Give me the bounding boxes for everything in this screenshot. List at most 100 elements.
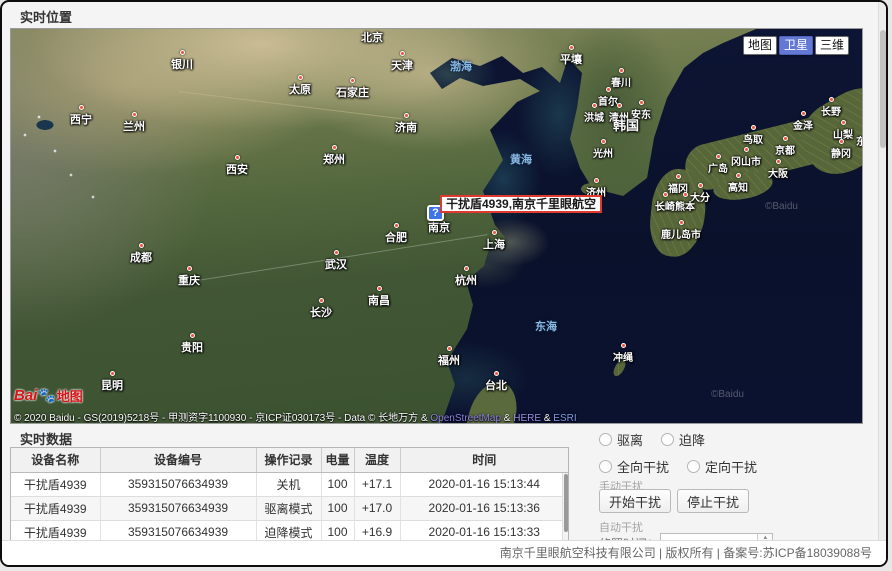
baidu-map[interactable]: 北京天津渤海石家庄济南银川太原西宁兰州西安郑州平壤春川首尔洪城清州安东韩国黄海光… bbox=[10, 28, 863, 424]
label-text: 金泽 bbox=[793, 117, 813, 132]
label-text: 静冈 bbox=[831, 145, 851, 160]
col-temperature: 温度 bbox=[354, 448, 400, 472]
start-jam-button[interactable]: 开始干扰 bbox=[599, 489, 671, 513]
here-link[interactable]: HERE bbox=[513, 413, 541, 424]
map-type-switcher: 地图卫星三维 bbox=[743, 36, 849, 55]
city-dot-icon bbox=[319, 298, 324, 303]
baidu-paw-icon: 🐾 bbox=[38, 387, 55, 404]
esri-link[interactable]: ESRI bbox=[553, 413, 576, 424]
table-cell: +17.0 bbox=[354, 496, 400, 520]
changdi-link[interactable]: 长地万方 bbox=[378, 413, 418, 424]
label-text: 银川 bbox=[171, 56, 193, 72]
city-dot-icon bbox=[298, 75, 303, 80]
label-text: 熊本 bbox=[675, 198, 695, 213]
city-dot-icon bbox=[394, 223, 399, 228]
label-text: 济南 bbox=[395, 119, 417, 135]
city-label: 西安 bbox=[226, 155, 248, 177]
city-dot-icon bbox=[744, 147, 749, 152]
radio-icon[interactable] bbox=[687, 460, 700, 473]
label-text: 台北 bbox=[485, 377, 507, 393]
table-cell: 关机 bbox=[256, 472, 321, 496]
city-label: 熊本 bbox=[675, 192, 695, 213]
stop-jam-button[interactable]: 停止干扰 bbox=[677, 489, 749, 513]
radio-force-landing[interactable]: 迫降 bbox=[661, 430, 705, 449]
label-text: 冈山市 bbox=[731, 153, 761, 168]
col-time: 时间 bbox=[400, 448, 568, 472]
map-type-map[interactable]: 地图 bbox=[743, 36, 777, 55]
radio-icon[interactable] bbox=[661, 433, 674, 446]
device-tooltip: 干扰盾4939,南京千里眼航空 bbox=[440, 195, 602, 213]
city-label: 鸟取 bbox=[743, 125, 763, 146]
table-scrollbar[interactable] bbox=[562, 473, 568, 548]
radio-directional-jam[interactable]: 定向干扰 bbox=[687, 457, 757, 476]
city-dot-icon bbox=[776, 159, 781, 164]
label-text: 平壤 bbox=[560, 51, 582, 67]
map-type-3d[interactable]: 三维 bbox=[815, 36, 849, 55]
label-text: 武汉 bbox=[325, 256, 347, 272]
city-label: 鹿儿岛市 bbox=[661, 220, 701, 241]
city-dot-icon bbox=[400, 51, 405, 56]
city-dot-icon bbox=[676, 174, 681, 179]
radio-drive-away[interactable]: 驱离 bbox=[599, 430, 643, 449]
city-label: 大阪 bbox=[768, 159, 788, 180]
label-text: 东京 bbox=[856, 133, 863, 148]
map-type-satellite[interactable]: 卫星 bbox=[779, 36, 813, 55]
col-operation: 操作记录 bbox=[256, 448, 321, 472]
city-label: 光州 bbox=[593, 139, 613, 160]
radio-omni-jam[interactable]: 全向干扰 bbox=[599, 457, 669, 476]
city-dot-icon bbox=[190, 333, 195, 338]
page-scrollbar[interactable] bbox=[878, 2, 886, 565]
openstreetmap-link[interactable]: OpenStreetMap bbox=[430, 413, 501, 424]
sea-label: 东海 bbox=[535, 318, 557, 334]
city-label: 平壤 bbox=[560, 45, 582, 67]
city-dot-icon bbox=[334, 250, 339, 255]
city-label: 郑州 bbox=[323, 145, 345, 167]
label-text: 重庆 bbox=[178, 272, 200, 288]
device-log-table: 设备名称 设备编号 操作记录 电量 温度 时间 干扰盾4939359315076… bbox=[10, 447, 569, 549]
city-dot-icon bbox=[235, 155, 240, 160]
city-label: 广岛 bbox=[708, 154, 728, 175]
table-header-row: 设备名称 设备编号 操作记录 电量 温度 时间 bbox=[11, 448, 568, 472]
label-text: 成都 bbox=[130, 249, 152, 265]
footer: 南京千里眼航空科技有限公司 | 版权所有 | 备案号:苏ICP备18039088… bbox=[2, 540, 886, 565]
table-row[interactable]: 干扰盾4939359315076634939驱离模式100+17.02020-0… bbox=[11, 496, 568, 520]
label-text: 渤海 bbox=[450, 58, 472, 74]
city-dot-icon bbox=[619, 68, 624, 73]
label-text: ©Baidu bbox=[765, 201, 798, 212]
city-dot-icon bbox=[617, 103, 622, 108]
city-dot-icon bbox=[736, 173, 741, 178]
city-dot-icon bbox=[377, 286, 382, 291]
radio-icon[interactable] bbox=[599, 433, 612, 446]
table-cell: 干扰盾4939 bbox=[11, 472, 100, 496]
radio-icon[interactable] bbox=[599, 460, 612, 473]
city-label: 石家庄 bbox=[336, 78, 369, 100]
table-row[interactable]: 干扰盾4939359315076634939关机100+17.12020-01-… bbox=[11, 472, 568, 496]
label-text: 昆明 bbox=[101, 377, 123, 393]
page-scrollbar-thumb[interactable] bbox=[880, 30, 886, 148]
col-battery: 电量 bbox=[321, 448, 354, 472]
table-cell: 2020-01-16 15:13:44 bbox=[400, 472, 568, 496]
city-dot-icon bbox=[569, 45, 574, 50]
city-label: 合肥 bbox=[385, 223, 407, 245]
label-text: 太原 bbox=[289, 81, 311, 97]
city-dot-icon bbox=[621, 343, 626, 348]
city-dot-icon bbox=[187, 266, 192, 271]
city-dot-icon bbox=[180, 50, 185, 55]
table-cell: 干扰盾4939 bbox=[11, 496, 100, 520]
city-dot-icon bbox=[350, 78, 355, 83]
table-scrollbar-thumb[interactable] bbox=[564, 474, 568, 532]
label-text: 南昌 bbox=[368, 292, 390, 308]
city-dot-icon bbox=[79, 105, 84, 110]
label-text: 杭州 bbox=[455, 272, 477, 288]
city-label: 台北 bbox=[485, 371, 507, 393]
baidu-logo-text: Bai bbox=[14, 387, 37, 404]
city-dot-icon bbox=[594, 178, 599, 183]
city-label: 山梨 bbox=[833, 120, 853, 141]
jam-direction-group: 全向干扰 定向干扰 bbox=[599, 457, 757, 476]
city-label: 金泽 bbox=[793, 111, 813, 132]
label-text: 南京 bbox=[428, 219, 450, 235]
city-label: 静冈 bbox=[831, 139, 851, 160]
city-label: 贵阳 bbox=[181, 333, 203, 355]
label-text: 长野 bbox=[821, 103, 841, 118]
label-text: ©Baidu bbox=[711, 389, 744, 400]
